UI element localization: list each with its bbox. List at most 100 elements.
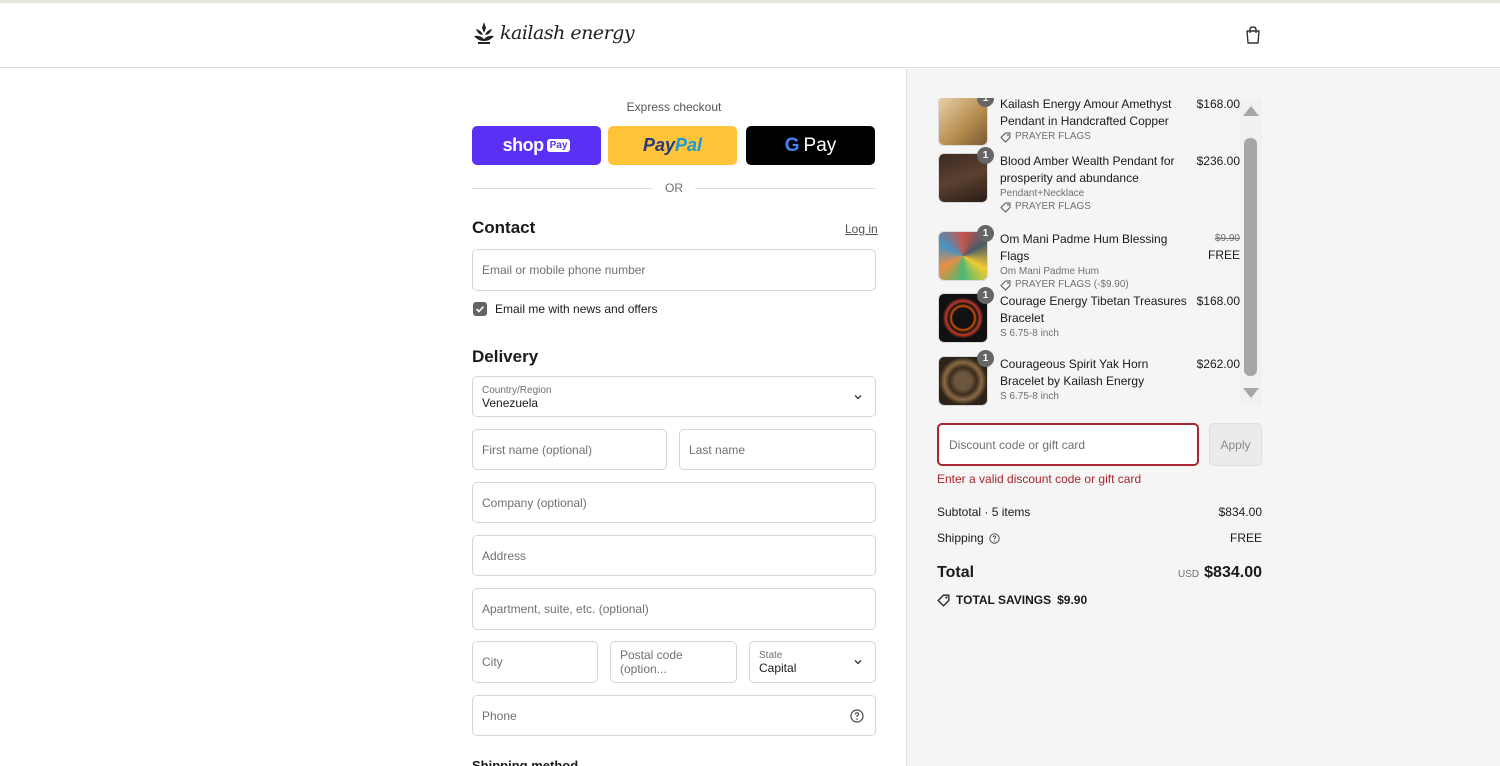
shop-pay-badge: Pay (546, 139, 571, 152)
email-field[interactable]: Email or mobile phone number (472, 249, 876, 291)
help-circle-icon[interactable] (989, 532, 1000, 544)
discount-error-message: Enter a valid discount code or gift card (937, 472, 1142, 486)
item-details: Blood Amber Wealth Pendant for prosperit… (1000, 153, 1190, 214)
item-variant: S 6.75-8 inch (1000, 391, 1059, 402)
currency-code: USD (1178, 569, 1200, 580)
last-name-field[interactable]: Last name (679, 429, 876, 470)
items-scrollbar[interactable] (1240, 98, 1262, 406)
total-value-group: USD $834.00 (1178, 564, 1262, 582)
google-pay-button[interactable]: G Pay (746, 126, 875, 165)
item-name: Courageous Spirit Yak Horn Bracelet by K… (1000, 357, 1149, 388)
item-price: $9.90 FREE (1208, 231, 1240, 263)
shipping-method-title: Shipping method (472, 758, 579, 766)
country-value: Venezuela (482, 395, 539, 410)
divider-line (472, 187, 653, 189)
paypal-logo: PayPal (642, 135, 703, 155)
postal-code-field[interactable]: Postal code (option... (610, 641, 737, 683)
scroll-down-arrow-icon[interactable] (1243, 388, 1259, 398)
order-item: 1 Courage Energy Tibetan Treasures Brace… (937, 287, 1240, 349)
phone-field[interactable]: Phone (472, 695, 876, 736)
tag-icon (937, 594, 950, 607)
google-g-icon: G (784, 134, 800, 156)
state-select[interactable]: State Capital (749, 641, 876, 683)
address-field[interactable]: Address (472, 535, 876, 576)
order-item: 1 Om Mani Padme Hum Blessing Flags Om Ma… (937, 225, 1240, 291)
chevron-down-icon (854, 660, 862, 665)
company-placeholder: Company (optional) (482, 495, 587, 510)
shipping-row: Shipping FREE (937, 531, 1262, 545)
express-checkout-title: Express checkout (626, 100, 722, 114)
shopping-bag-icon[interactable] (1243, 25, 1263, 45)
shipping-label: Shipping (937, 531, 984, 545)
item-name: Courage Energy Tibetan Treasures Bracele… (1000, 294, 1187, 325)
lotus-logo-icon (474, 22, 494, 44)
company-field[interactable]: Company (optional) (472, 482, 876, 523)
original-price: $9.90 (1214, 233, 1240, 244)
item-details: Om Mani Padme Hum Blessing Flags Om Mani… (1000, 231, 1190, 292)
city-placeholder: City (482, 655, 503, 669)
help-circle-icon[interactable] (850, 709, 864, 723)
subtotal-label: Subtotal · 5 items (937, 505, 1031, 519)
order-items-list[interactable]: 1 Kailash Energy Amour Amethyst Pendant … (937, 98, 1262, 406)
total-amount: $834.00 (1204, 564, 1262, 581)
subtotal-row: Subtotal · 5 items $834.00 (937, 505, 1262, 519)
order-item: 1 Kailash Energy Amour Amethyst Pendant … (937, 98, 1240, 152)
item-price: $262.00 (1196, 357, 1240, 371)
item-variant: Om Mani Padme Hum (1000, 266, 1099, 277)
item-discount: PRAYER FLAGS (1000, 130, 1190, 144)
shipping-label-group: Shipping (937, 531, 1000, 545)
delivery-title: Delivery (472, 347, 539, 366)
sale-price: FREE (1207, 248, 1240, 262)
item-price: $168.00 (1196, 294, 1240, 308)
item-price: $168.00 (1196, 98, 1240, 111)
item-details: Courage Energy Tibetan Treasures Bracele… (1000, 293, 1190, 340)
discount-code-field[interactable]: Discount code or gift card (937, 423, 1199, 466)
address-placeholder: Address (482, 548, 527, 563)
apply-discount-button[interactable]: Apply (1209, 423, 1262, 466)
contact-title: Contact (472, 218, 536, 237)
first-name-field[interactable]: First name (optional) (472, 429, 667, 470)
item-discount: PRAYER FLAGS (-$9.90) (1000, 278, 1190, 292)
paypal-button[interactable]: PayPal (608, 126, 737, 165)
city-field[interactable]: City (472, 641, 598, 683)
country-label: Country/Region (482, 384, 552, 396)
header: kailash energy (0, 3, 1500, 68)
apartment-field[interactable]: Apartment, suite, etc. (optional) (472, 588, 876, 630)
login-link[interactable]: Log in (845, 222, 878, 236)
first-name-placeholder: First name (optional) (482, 442, 593, 457)
savings-value: $9.90 (1057, 593, 1088, 607)
country-select[interactable]: Country/Region Venezuela (472, 376, 876, 417)
item-price: $236.00 (1196, 154, 1240, 168)
shipping-value: FREE (1229, 531, 1262, 545)
tag-icon (1000, 202, 1011, 213)
postal-code-placeholder: Postal code (option... (620, 648, 683, 676)
shop-pay-button[interactable]: shop Pay (472, 126, 601, 165)
total-row: Total USD $834.00 (937, 564, 1262, 582)
state-label: State (759, 650, 783, 661)
quantity-badge: 1 (977, 147, 994, 164)
scroll-up-arrow-icon[interactable] (1243, 106, 1259, 116)
total-savings: TOTAL SAVINGS $9.90 (937, 593, 1087, 607)
item-details: Courageous Spirit Yak Horn Bracelet by K… (1000, 356, 1190, 403)
item-discount: PRAYER FLAGS (1000, 200, 1190, 214)
or-text: OR (665, 181, 683, 195)
item-details: Kailash Energy Amour Amethyst Pendant in… (1000, 98, 1190, 144)
item-variant: S 6.75-8 inch (1000, 328, 1059, 339)
or-divider: OR (472, 180, 876, 196)
news-opt-in[interactable]: Email me with news and offers (473, 302, 658, 316)
order-item: 1 Courageous Spirit Yak Horn Bracelet by… (937, 350, 1240, 406)
shop-pay-word: shop (502, 135, 545, 155)
subtotal-value: $834.00 (1218, 505, 1262, 519)
brand-logo[interactable]: kailash energy (472, 20, 635, 46)
news-checkbox[interactable] (473, 302, 487, 316)
item-name: Blood Amber Wealth Pendant for prosperit… (1000, 154, 1175, 185)
scroll-thumb[interactable] (1244, 138, 1257, 376)
order-item: 1 Blood Amber Wealth Pendant for prosper… (937, 147, 1240, 213)
email-placeholder: Email or mobile phone number (482, 263, 646, 277)
item-name: Om Mani Padme Hum Blessing Flags (1000, 232, 1168, 263)
item-variant: Pendant+Necklace (1000, 188, 1085, 199)
phone-placeholder: Phone (482, 708, 517, 723)
news-label: Email me with news and offers (495, 302, 658, 316)
checkmark-icon (475, 305, 485, 313)
total-label: Total (937, 564, 975, 581)
